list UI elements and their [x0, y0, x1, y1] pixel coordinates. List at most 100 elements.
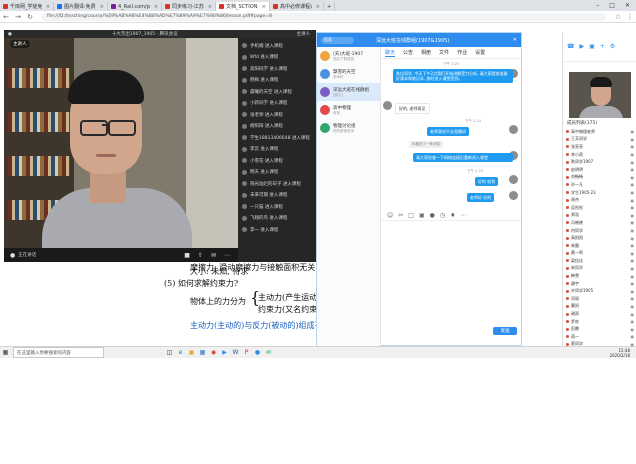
send-button[interactable]: 发送 — [493, 327, 517, 335]
contact-item[interactable]: 高中物理 收到 — [317, 101, 380, 119]
reload-icon[interactable]: ↻ — [24, 13, 36, 21]
participant-row[interactable]: 梁佳佳 ● — [563, 257, 636, 265]
live-thumbnail[interactable] — [569, 72, 631, 118]
screen-share-icon[interactable]: ▣ — [589, 43, 595, 50]
mic-icon[interactable]: ● — [631, 205, 635, 210]
participant-row[interactable]: 韩雪 ● — [563, 272, 636, 280]
mic-icon[interactable]: ● — [631, 319, 635, 324]
close-window-icon[interactable]: ✕ — [625, 2, 630, 9]
mic-icon[interactable]: ● — [631, 213, 635, 218]
mic-icon[interactable]: ● — [631, 220, 635, 225]
settings-icon[interactable]: ⚙ — [610, 43, 615, 50]
word-icon[interactable]: W — [230, 348, 241, 357]
mic-icon[interactable]: ● — [631, 144, 635, 149]
participant-row[interactable]: 邓丽 ● — [563, 295, 636, 303]
mic-icon[interactable]: ● — [631, 334, 635, 339]
mic-icon[interactable]: ● — [631, 190, 635, 195]
qq-icon[interactable]: ● — [252, 348, 263, 357]
more-icon[interactable]: ⋯ — [461, 212, 467, 219]
browser-tab[interactable]: 高中必修课程设计.pdf × — [270, 2, 324, 11]
mic-icon[interactable]: ● — [631, 258, 635, 263]
system-clock[interactable]: 15:48 2020/2/18 — [609, 348, 636, 358]
maximize-icon[interactable]: □ — [609, 2, 615, 9]
mic-icon[interactable]: ● — [631, 274, 635, 279]
image-icon[interactable]: ▣ — [419, 212, 425, 219]
scissors-icon[interactable]: ✂ — [398, 212, 403, 219]
participant-row[interactable]: 学生1905-23 ● — [563, 189, 636, 197]
participant-row[interactable]: 宋同学 ● — [563, 265, 636, 273]
mic-icon[interactable]: ● — [631, 137, 635, 142]
add-member-icon[interactable]: + — [600, 43, 605, 50]
close-tab-icon[interactable]: × — [154, 4, 158, 10]
mic-icon[interactable]: ● — [631, 182, 635, 187]
task-view-icon[interactable]: ◫ — [164, 348, 175, 357]
mic-icon[interactable]: ● — [631, 160, 635, 165]
chat-tab[interactable]: 设置 — [475, 49, 485, 56]
contact-item[interactable]: 深远大班在线群组 [图片] — [317, 83, 380, 101]
participant-row[interactable]: 蒋一 ● — [563, 333, 636, 341]
mic-icon[interactable]: ● — [631, 236, 635, 241]
share-icon[interactable]: ⇧ — [198, 252, 203, 259]
chat-tab[interactable]: 作业 — [457, 49, 467, 56]
mic-icon[interactable]: ● — [631, 167, 635, 172]
participant-row[interactable]: 孙一凡 ● — [563, 181, 636, 189]
participant-row[interactable]: 李小雨 ● — [563, 151, 636, 159]
new-tab-button[interactable]: + — [324, 2, 336, 11]
participant-row[interactable]: 林晨 ● — [563, 242, 636, 250]
participant-row[interactable]: 高阳阳 ● — [563, 234, 636, 242]
wechat-icon[interactable]: ✉ — [263, 348, 274, 357]
minimize-icon[interactable]: – — [596, 2, 599, 9]
contact-item[interactable]: (天)大班-1907 发起了群语音 — [317, 47, 380, 65]
contact-item[interactable]: 飘雪的天空 老师好 — [317, 65, 380, 83]
mic-icon[interactable]: ● — [631, 327, 635, 332]
chat-tab[interactable]: 公告 — [403, 49, 413, 56]
gift-icon[interactable]: ♦ — [450, 212, 455, 219]
participant-row[interactable]: 高中物理老师 ● — [563, 128, 636, 136]
chat-search-input[interactable]: 搜索 — [321, 36, 354, 44]
camera-icon[interactable]: ■ — [184, 252, 190, 259]
powerpoint-icon[interactable]: P — [241, 348, 252, 357]
close-tab-icon[interactable]: × — [46, 4, 50, 10]
participant-row[interactable]: 彭鹏 ● — [563, 325, 636, 333]
participant-row[interactable]: 何同学 ● — [563, 227, 636, 235]
more-icon[interactable]: ⋯ — [224, 252, 230, 259]
star-icon[interactable]: ☆ — [612, 13, 624, 21]
mic-icon[interactable]: ● — [631, 296, 635, 301]
close-tab-icon[interactable]: × — [100, 4, 104, 10]
taskbar-search-input[interactable]: 在这里输入你要搜索的内容 — [13, 347, 104, 358]
mic-icon[interactable]: ● — [631, 281, 635, 286]
file-explorer-icon[interactable]: ▣ — [186, 348, 197, 357]
windows-start-icon[interactable]: ▦ — [0, 348, 11, 357]
contact-item[interactable]: 物理讨论组 好的谢谢老师 — [317, 119, 380, 137]
mic-icon[interactable]: ● — [631, 304, 635, 309]
participant-row[interactable]: 赵明明 ● — [563, 166, 636, 174]
url-input[interactable]: file:///D:/teaching/course/%E9%AB%98%E4%… — [42, 12, 606, 21]
store-icon[interactable]: ▦ — [197, 348, 208, 357]
back-icon[interactable]: ← — [0, 13, 12, 21]
participant-row[interactable]: 罗欢 ● — [563, 318, 636, 326]
browser-tab[interactable]: 4_Rail.com/product.cgi × — [108, 2, 162, 11]
mic-icon[interactable]: ● — [631, 152, 635, 157]
close-tab-icon[interactable]: × — [262, 4, 266, 10]
folder-icon[interactable]: □ — [408, 212, 414, 219]
browser-tab[interactable]: 图片翻译:免费在线图片文字 × — [54, 2, 108, 11]
mic-icon[interactable]: ● — [631, 129, 635, 134]
mic-icon[interactable]: ● — [631, 198, 635, 203]
meeting-app-icon[interactable]: ▶ — [219, 348, 230, 357]
participant-row[interactable]: 吴彤彤 ● — [563, 204, 636, 212]
participant-row[interactable]: 黄一鸣 ● — [563, 250, 636, 258]
mic-icon[interactable]: ● — [631, 266, 635, 271]
chat-close-icon[interactable]: ✕ — [513, 37, 517, 43]
forward-icon[interactable]: → — [12, 13, 24, 21]
phone-icon[interactable]: ☎ — [567, 43, 574, 50]
participant-row[interactable]: 郑浩 ● — [563, 212, 636, 220]
chat-tab[interactable]: 聊天 — [385, 49, 396, 57]
browser-tab[interactable]: 文档_SCTION-知识点.pdf × — [216, 2, 270, 11]
participant-row[interactable]: 许同学1905 ● — [563, 287, 636, 295]
browser-tab[interactable]: 千库网_学徒免费设计平台 × — [0, 2, 54, 11]
video-call-icon[interactable]: ▶ — [579, 43, 584, 50]
mic-icon[interactable]: ● — [631, 175, 635, 180]
close-tab-icon[interactable]: × — [316, 4, 320, 10]
edge-icon[interactable]: e — [175, 348, 186, 357]
participant-row[interactable]: 曹阳 ● — [563, 303, 636, 311]
